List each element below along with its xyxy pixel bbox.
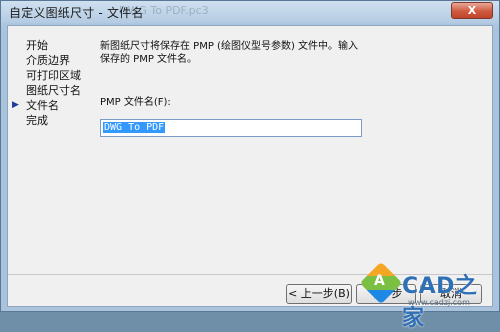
title-bar[interactable]: 自定义图纸尺寸 - 文件名 DWG To PDF.pc3 X [1, 1, 499, 23]
step-label: 开始 [26, 39, 48, 52]
wizard-steps-sidebar: 开始 介质边界 可打印区域 图纸尺寸名 ▶ 文件名 完成 [8, 38, 94, 128]
close-icon: X [467, 4, 477, 17]
pmp-filename-input[interactable]: DWG To PDF [100, 119, 362, 137]
dialog-client-area: 开始 介质边界 可打印区域 图纸尺寸名 ▶ 文件名 完成 新图纸尺寸将保存在 P… [7, 25, 493, 307]
step-paper-size-name: 图纸尺寸名 [8, 83, 94, 98]
instruction-text: 新图纸尺寸将保存在 PMP (绘图仪型号参数) 文件中。输入 保存的 PMP 文… [100, 40, 390, 66]
step-label: 图纸尺寸名 [26, 84, 81, 97]
step-label: 可打印区域 [26, 69, 81, 82]
step-start: 开始 [8, 38, 94, 53]
pmp-filename-label: PMP 文件名(F): [100, 97, 171, 108]
site-watermark-logo: A CAD之家 www.cadzj.com [359, 261, 498, 331]
step-label: 文件名 [26, 99, 59, 112]
back-button[interactable]: < 上一步(B) [286, 284, 352, 304]
step-printable-area: 可打印区域 [8, 68, 94, 83]
background-window-title: DWG To PDF.pc3 [119, 4, 209, 17]
watermark-url: www.cadzj.com [408, 298, 470, 307]
step-media-bounds: 介质边界 [8, 53, 94, 68]
logo-letter: A [374, 273, 385, 289]
step-file-name: ▶ 文件名 [8, 98, 94, 113]
current-step-arrow-icon: ▶ [12, 100, 19, 110]
selected-filename-text: DWG To PDF [103, 122, 166, 133]
step-label: 完成 [26, 114, 48, 127]
instruction-line: 新图纸尺寸将保存在 PMP (绘图仪型号参数) 文件中。输入 [100, 41, 359, 52]
close-button[interactable]: X [451, 2, 493, 19]
instruction-line: 保存的 PMP 文件名。 [100, 54, 198, 65]
step-label: 介质边界 [26, 54, 70, 67]
step-finish: 完成 [8, 113, 94, 128]
